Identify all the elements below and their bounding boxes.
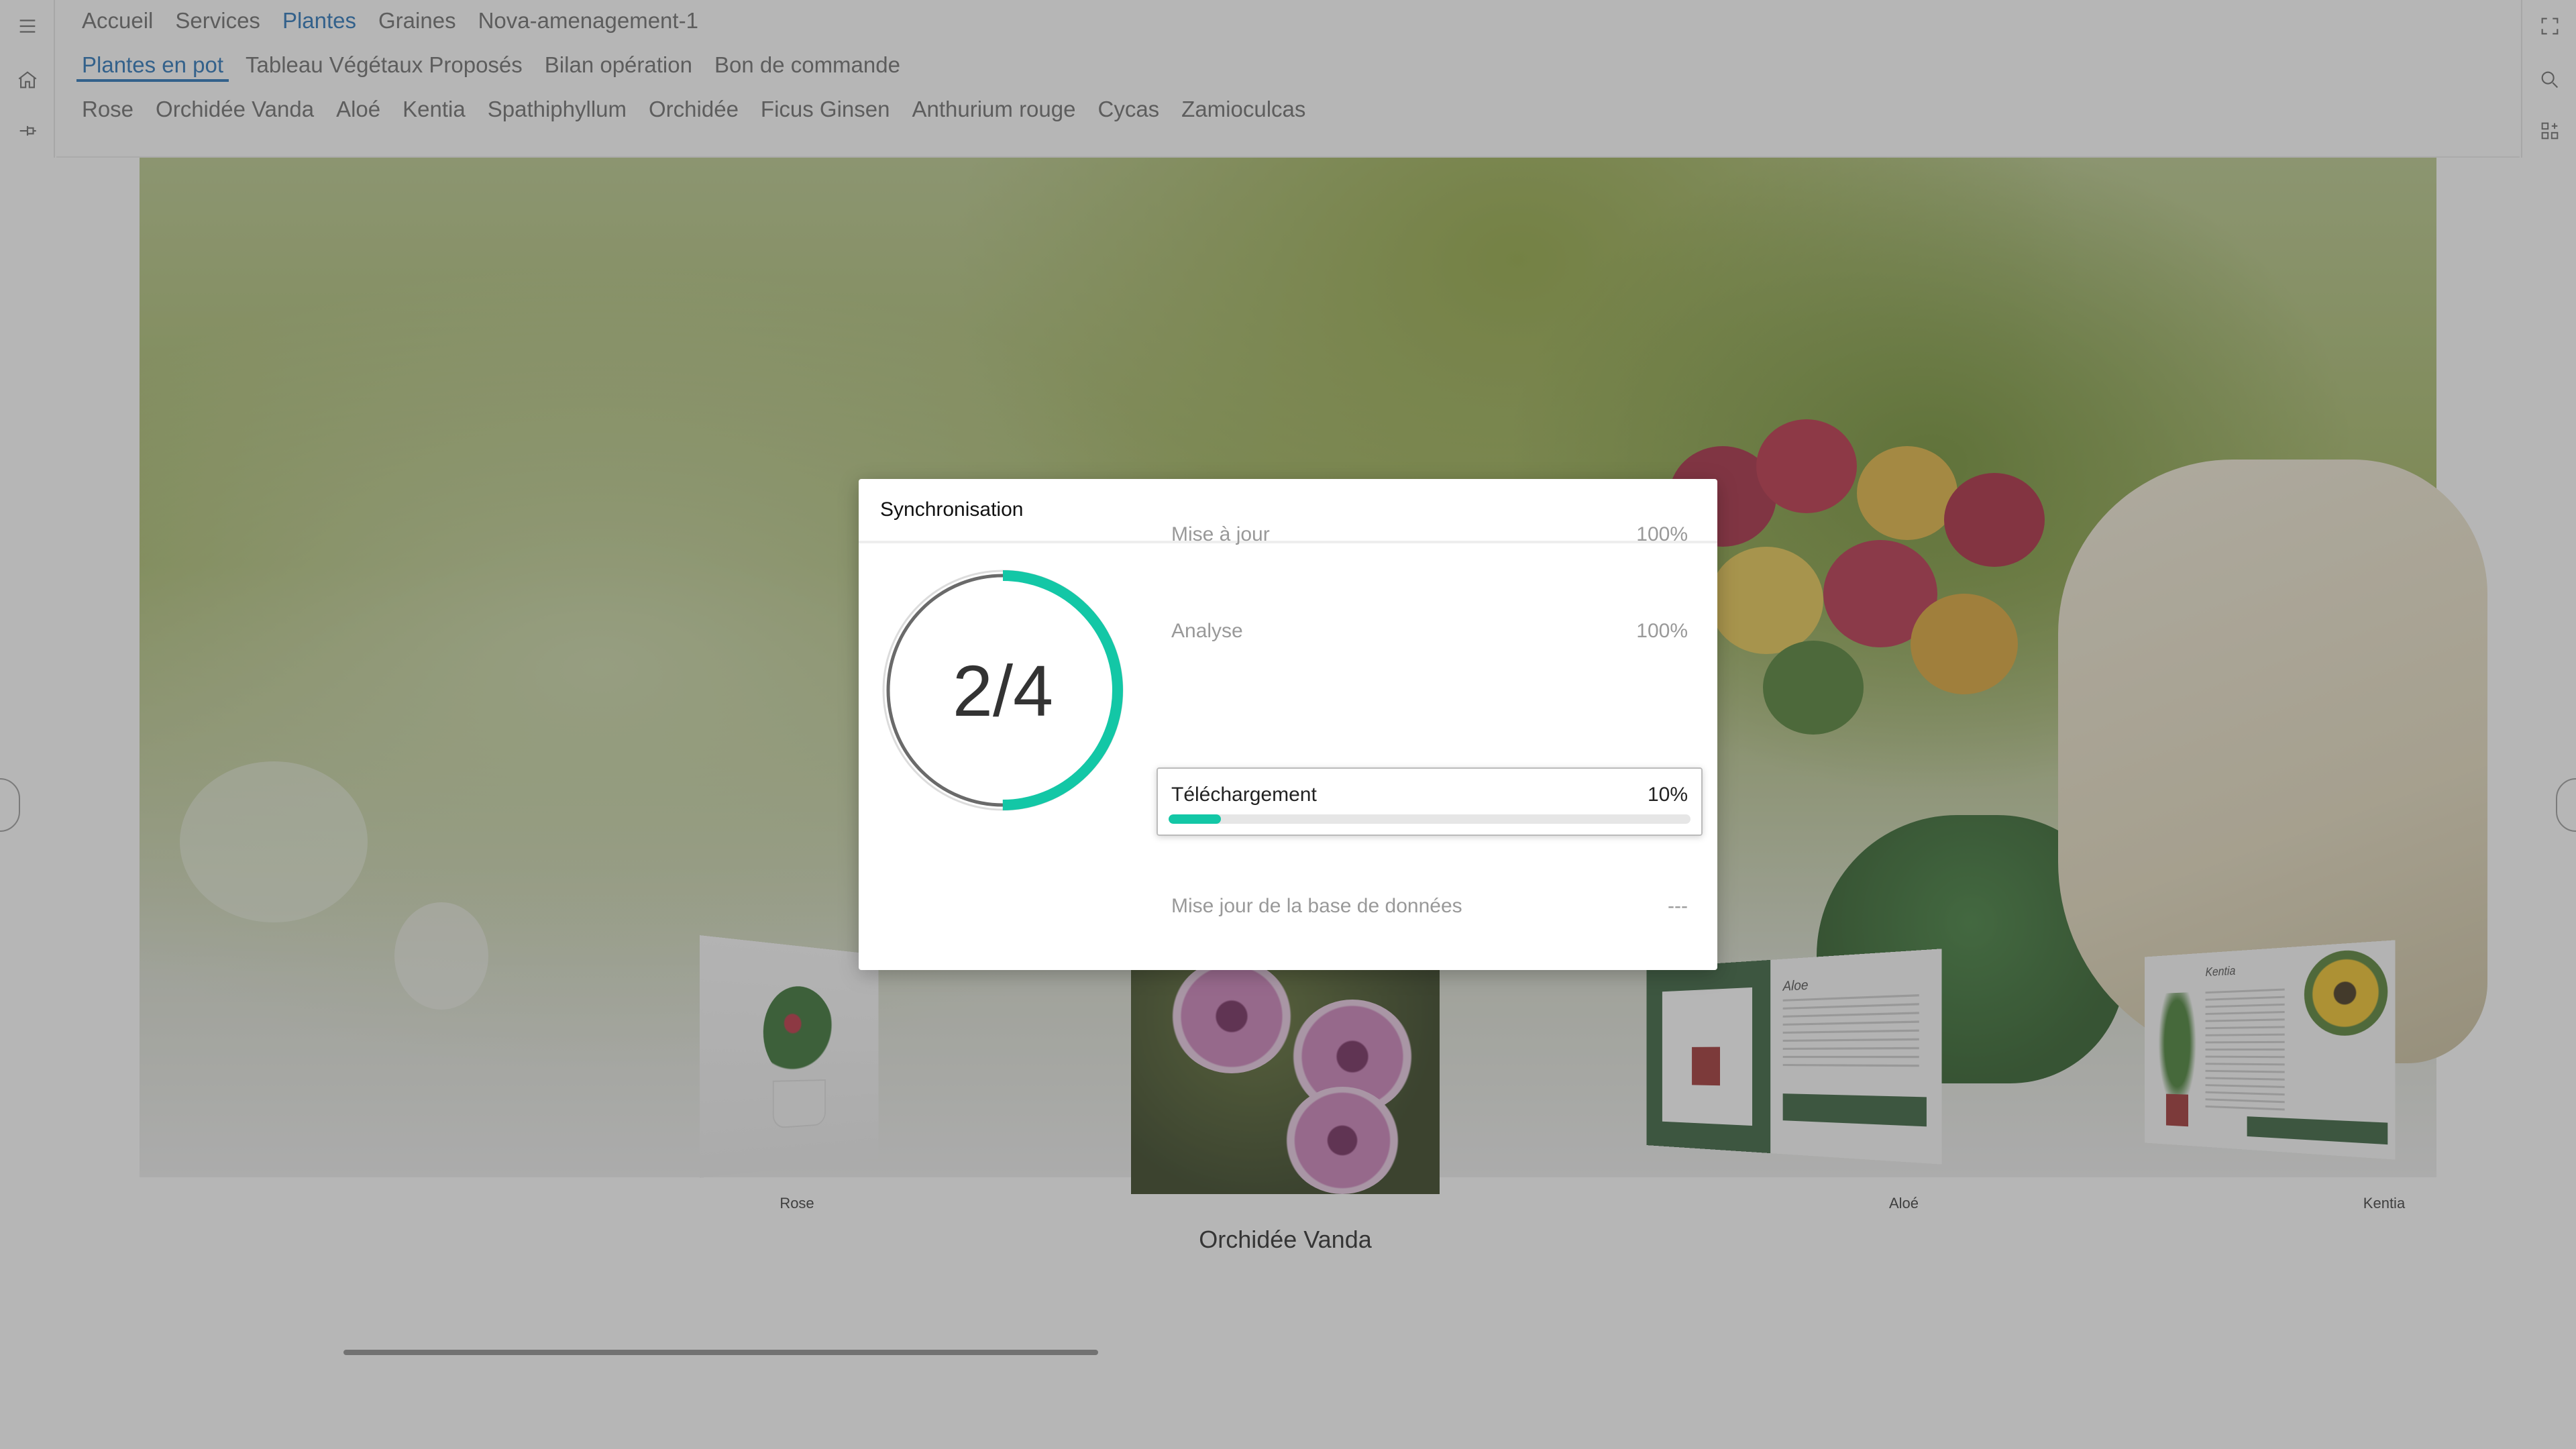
- sync-dialog: Synchronisation 2/4 Mise à jour 100% Ana…: [859, 479, 1717, 970]
- sync-counter: 2/4: [952, 649, 1054, 731]
- download-progress-bar: [1169, 814, 1690, 824]
- step-value: ---: [1668, 895, 1688, 917]
- step-value: 10%: [1647, 784, 1688, 806]
- sync-progress-ring: 2/4: [879, 566, 1127, 814]
- download-progress-fill: [1169, 814, 1221, 824]
- step-label: Mise jour de la base de données: [1171, 895, 1462, 917]
- step-label: Téléchargement: [1171, 784, 1317, 806]
- step-value: 100%: [1636, 523, 1688, 545]
- step-label: Mise à jour: [1171, 523, 1270, 545]
- step-mise-jour-base: Mise jour de la base de données ---: [1158, 875, 1701, 942]
- step-telechargement: Téléchargement 10%: [1157, 767, 1703, 836]
- step-label: Analyse: [1171, 620, 1243, 642]
- step-analyse: Analyse 100%: [1158, 600, 1701, 667]
- step-mise-a-jour: Mise à jour 100%: [1158, 503, 1701, 570]
- step-value: 100%: [1636, 620, 1688, 642]
